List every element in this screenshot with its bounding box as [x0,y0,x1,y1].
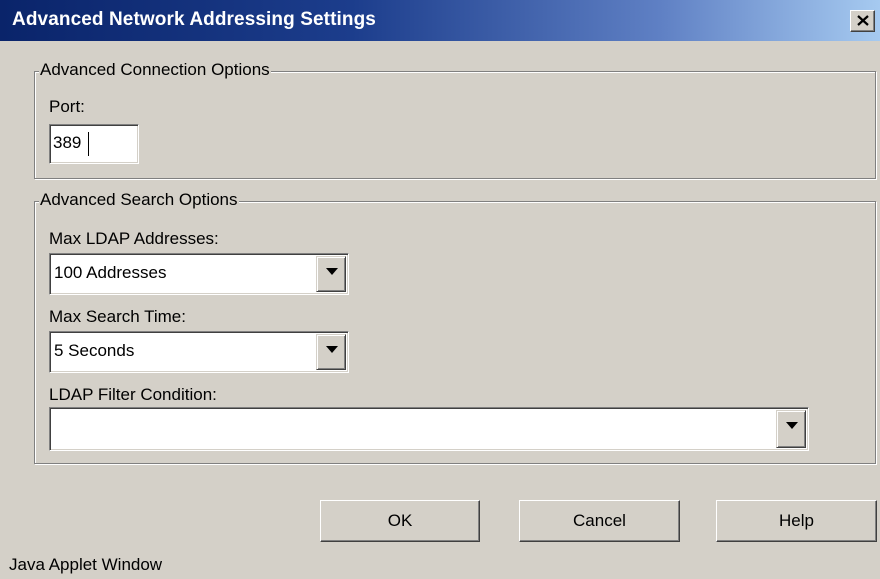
window-title: Advanced Network Addressing Settings [12,9,376,30]
max-search-time-value: 5 Seconds [54,341,135,360]
max-addresses-value: 100 Addresses [54,263,167,282]
close-button[interactable] [850,10,875,32]
ldap-filter-label: LDAP Filter Condition: [49,385,217,404]
chevron-down-icon [326,346,338,353]
max-addresses-select[interactable]: 100 Addresses [49,253,349,295]
text-caret [88,132,89,156]
ok-button[interactable]: OK [320,500,480,542]
connection-options-group: Advanced Connection Options [34,60,876,179]
close-icon [857,15,869,26]
ldap-filter-select[interactable] [49,407,809,451]
max-search-time-select[interactable]: 5 Seconds [49,331,349,373]
port-label: Port: [49,97,85,116]
chevron-down-icon [786,422,798,429]
cancel-button[interactable]: Cancel [519,500,680,542]
max-addresses-label: Max LDAP Addresses: [49,229,219,248]
max-search-time-dropdown-button[interactable] [316,334,346,370]
max-search-time-label: Max Search Time: [49,307,186,326]
help-button[interactable]: Help [716,500,877,542]
chevron-down-icon [326,268,338,275]
connection-options-legend: Advanced Connection Options [39,60,271,80]
search-options-legend: Advanced Search Options [39,190,239,210]
status-bar-text: Java Applet Window [9,555,163,574]
title-bar[interactable]: Advanced Network Addressing Settings [0,0,880,41]
ldap-filter-dropdown-button[interactable] [776,410,806,448]
port-value: 389 [53,133,82,152]
max-addresses-dropdown-button[interactable] [316,256,346,292]
dialog-window: Advanced Network Addressing Settings Adv… [0,0,880,579]
port-input[interactable]: 389 [49,124,139,164]
